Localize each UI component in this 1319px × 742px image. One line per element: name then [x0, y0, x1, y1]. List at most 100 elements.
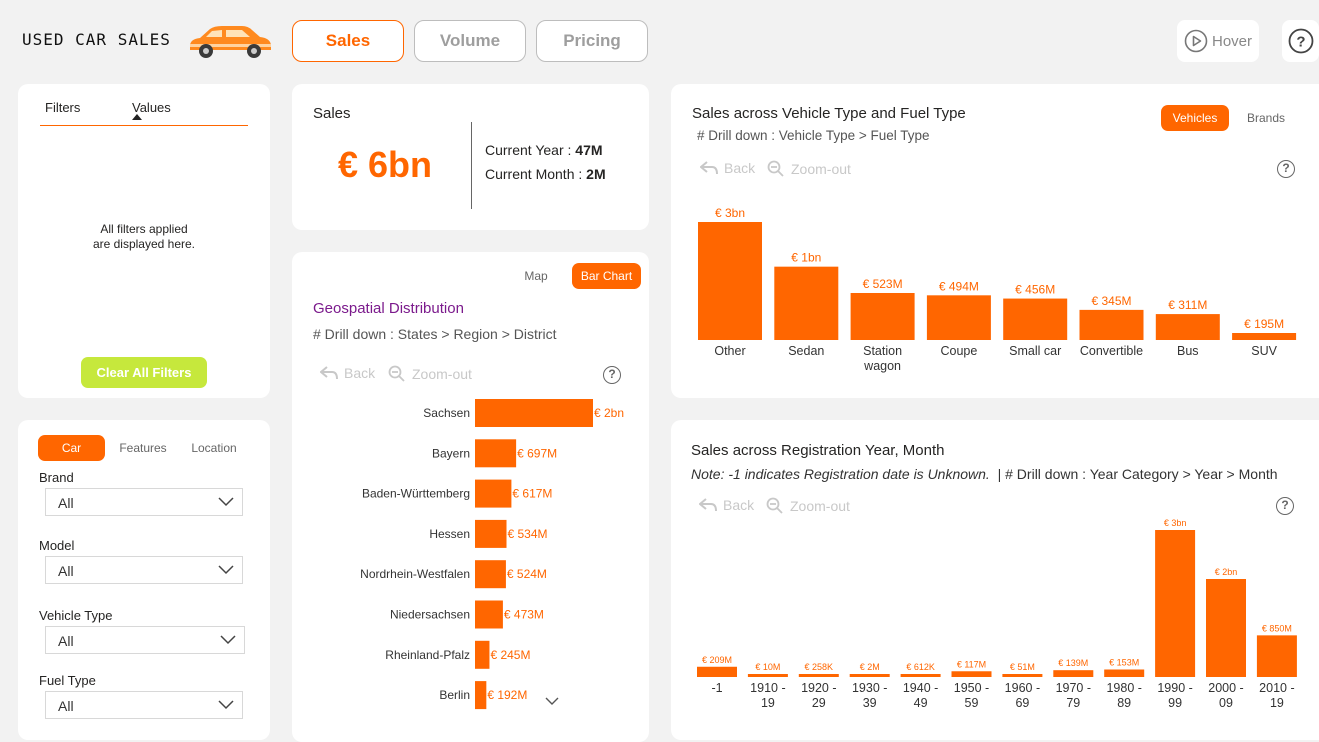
vehicle-bar [850, 292, 915, 340]
vehicle-value-label: € 494M [939, 279, 979, 293]
model-label: Model [39, 538, 75, 553]
registration-category-label: 1920 - [801, 681, 836, 695]
registration-value-label: € 153M [1109, 658, 1139, 668]
registration-category-label: 1930 - [852, 681, 887, 695]
help-icon: ? [1288, 28, 1313, 54]
registration-category-label: 1970 - [1056, 681, 1091, 695]
current-month-row: Current Month : 2M [485, 166, 606, 182]
model-dropdown[interactable]: All [45, 556, 243, 584]
geo-value-label: € 473M [504, 608, 544, 622]
kpi-divider [471, 122, 472, 209]
fuel-type-label: Fuel Type [39, 673, 96, 688]
registration-category-label: 89 [1117, 696, 1131, 710]
hover-button[interactable]: Hover [1177, 20, 1259, 62]
registration-bar-chart: € 209M-1€ 10M1910 -19€ 258K1920 -29€ 2M1… [697, 518, 1297, 710]
vehicle-bar [1079, 309, 1144, 340]
registration-category-label: 79 [1066, 696, 1080, 710]
geo-value-label: € 2bn [594, 406, 624, 420]
vehicle-type-dropdown[interactable]: All [45, 626, 245, 654]
registration-value-label: € 258K [805, 662, 834, 672]
geo-bar [475, 640, 490, 669]
current-year-label: Current Year : [485, 142, 576, 158]
registration-value-label: € 117M [957, 659, 986, 669]
registration-category-label: 99 [1168, 696, 1182, 710]
registration-category-label: 59 [965, 696, 979, 710]
fuel-type-value: All [58, 698, 74, 714]
registration-value-label: € 612K [906, 662, 935, 672]
geo-value-label: € 534M [508, 527, 548, 541]
geo-bar [475, 439, 517, 468]
geo-bar [475, 560, 506, 589]
vehicle-category-label: wagon [863, 359, 901, 373]
vehicle-bar [1155, 314, 1220, 340]
filters-panel: Filters Values All filters applied are d… [18, 84, 270, 398]
empty-filters-line1: All filters applied [100, 222, 188, 236]
model-value: All [58, 563, 74, 579]
vehicle-category-label: Convertible [1080, 344, 1143, 358]
current-year-value: 47M [575, 142, 603, 158]
fuel-type-dropdown[interactable]: All [45, 691, 243, 719]
values-column-header: Values [132, 100, 171, 115]
geo-bar [475, 681, 487, 710]
geo-value-label: € 697M [517, 446, 557, 460]
geo-bar [475, 479, 512, 508]
chevron-down-icon [220, 635, 236, 645]
car-logo-icon [184, 22, 274, 65]
geo-category-label: Berlin [439, 688, 470, 702]
kpi-value: € 6bn [338, 144, 433, 185]
registration-bar [747, 674, 788, 677]
header-divider [40, 125, 248, 126]
clear-all-filters-button[interactable]: Clear All Filters [81, 357, 207, 388]
help-button[interactable]: ? [1282, 20, 1319, 62]
registration-category-label: 2000 - [1208, 681, 1243, 695]
chevron-down-icon [218, 565, 234, 575]
registration-category-label: 1960 - [1005, 681, 1040, 695]
vehicle-bar [926, 295, 991, 340]
geo-category-label: Sachsen [423, 406, 470, 420]
geo-value-label: € 617M [512, 487, 552, 501]
slicer-tab-features[interactable]: Features [110, 435, 176, 461]
brand-label: Brand [39, 470, 74, 485]
kpi-title: Sales [313, 105, 351, 122]
registration-bar [1002, 674, 1043, 677]
registration-category-label: 1950 - [954, 681, 989, 695]
vehicle-category-label: Bus [1177, 344, 1199, 358]
vehicle-value-label: € 195M [1244, 317, 1284, 331]
tab-pricing[interactable]: Pricing [536, 20, 648, 62]
registration-value-label: € 850M [1262, 623, 1292, 633]
vehicle-bar [1003, 298, 1068, 340]
current-year-row: Current Year : 47M [485, 142, 603, 158]
geo-bar [475, 519, 507, 548]
slicer-tab-car[interactable]: Car [38, 435, 105, 461]
registration-bar [900, 674, 941, 677]
kpi-card: Sales € 6bn Current Year : 47M Current M… [292, 84, 649, 230]
registration-category-label: 69 [1015, 696, 1029, 710]
registration-category-label: 1940 - [903, 681, 938, 695]
registration-category-label: 2010 - [1259, 681, 1294, 695]
vehicle-bar [698, 222, 762, 340]
tab-sales[interactable]: Sales [292, 20, 404, 62]
geo-category-label: Nordrhein-Westfalen [360, 567, 470, 581]
registration-value-label: € 3bn [1164, 518, 1187, 528]
scroll-down-chevron-icon[interactable] [545, 697, 559, 706]
vehicle-value-label: € 523M [863, 277, 903, 291]
chevron-down-icon [218, 700, 234, 710]
app-title: USED CAR SALES [22, 30, 171, 49]
vehicle-bar [774, 266, 839, 340]
vehicle-category-label: Station [863, 344, 902, 358]
geo-category-label: Baden-Württemberg [362, 487, 470, 501]
empty-filters-line2: are displayed here. [92, 237, 196, 251]
vehicle-value-label: € 456M [1015, 283, 1055, 297]
slicer-tab-location[interactable]: Location [183, 435, 245, 461]
vehicle-bar-chart: € 3bn Other € 1bn Sedan € 523M Stationwagon € … [698, 206, 1297, 373]
tab-volume[interactable]: Volume [414, 20, 526, 62]
geo-card: Map Bar Chart Geospatial Distribution # … [292, 252, 649, 742]
registration-bar [1206, 579, 1246, 677]
vehicle-type-label: Vehicle Type [39, 608, 113, 623]
brand-value: All [58, 495, 74, 511]
geo-category-label: Hessen [429, 527, 470, 541]
geo-value-label: € 245M [490, 648, 530, 662]
brand-dropdown[interactable]: All [45, 488, 243, 516]
vehicle-category-label: Coupe [940, 344, 977, 358]
current-month-value: 2M [586, 166, 606, 182]
